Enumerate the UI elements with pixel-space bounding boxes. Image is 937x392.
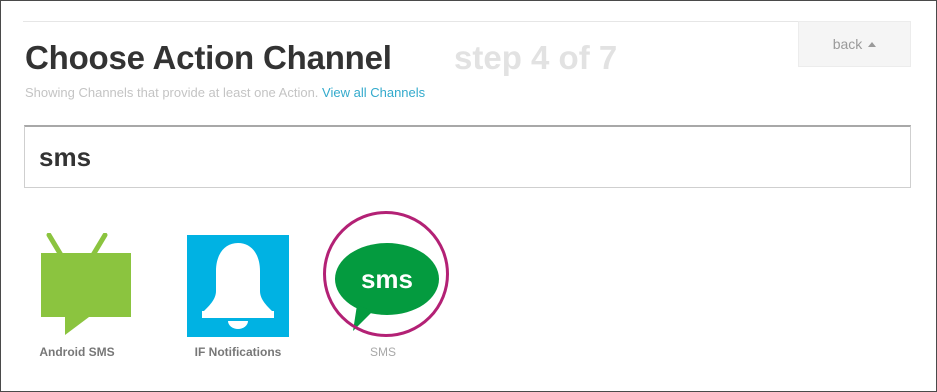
- android-icon: [41, 233, 131, 335]
- view-all-channels-link[interactable]: View all Channels: [322, 85, 425, 100]
- subtitle-text: Showing Channels that provide at least o…: [25, 85, 319, 100]
- channel-label: Android SMS: [39, 345, 115, 359]
- step-indicator: step 4 of 7: [454, 39, 618, 76]
- channel-search-input[interactable]: [24, 125, 911, 188]
- caret-up-icon: [868, 41, 877, 47]
- subtitle: Showing Channels that provide at least o…: [25, 85, 425, 100]
- channel-label: SMS: [369, 345, 396, 359]
- bell-icon: [187, 235, 289, 337]
- back-label: back: [832, 36, 863, 52]
- divider: [23, 21, 911, 22]
- channel-label: IF Notifications: [194, 345, 282, 359]
- selection-highlight-ring: [323, 211, 449, 337]
- back-button[interactable]: back: [798, 21, 911, 67]
- page-frame: Choose Action Channel step 4 of 7 Showin…: [0, 0, 937, 392]
- page-title: Choose Action Channel: [25, 39, 392, 76]
